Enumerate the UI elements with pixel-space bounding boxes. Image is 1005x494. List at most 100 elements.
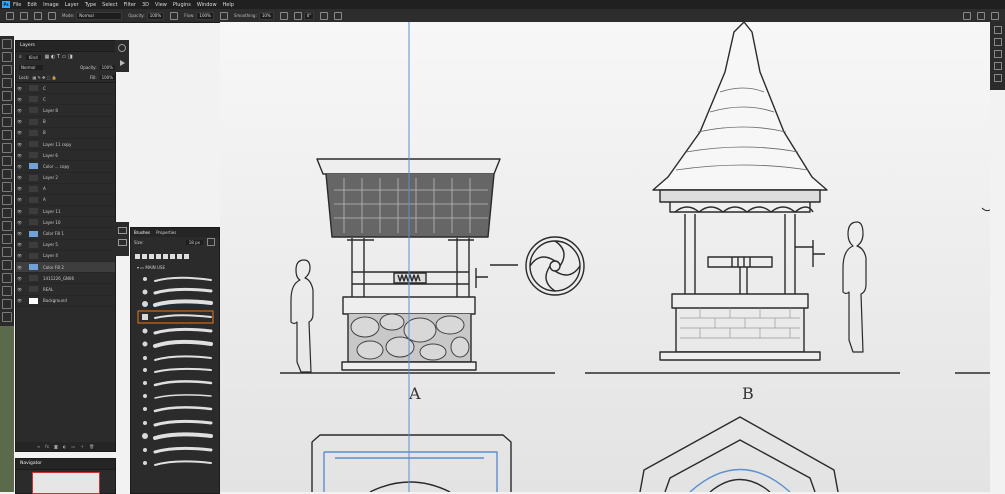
layer-opacity-field[interactable]: 100% [99, 64, 115, 70]
visibility-eye-icon[interactable]: 👁 [16, 86, 23, 91]
angle-field[interactable]: 0° [303, 11, 315, 20]
photoshop-logo-icon[interactable]: Ps [2, 1, 10, 8]
layer-row[interactable]: 👁 Layer 5 [16, 240, 115, 251]
layer-row[interactable]: 👁 Layer 11 copy [16, 139, 115, 151]
smoothing-field[interactable]: 10% [258, 11, 274, 20]
layer-row[interactable]: 👁 A [16, 195, 115, 207]
visibility-eye-icon[interactable]: 👁 [16, 231, 23, 236]
adjustment-icon[interactable]: ◐ [63, 444, 67, 449]
share-icon[interactable] [963, 11, 971, 20]
group-icon[interactable]: ▭ [71, 444, 75, 449]
brush-list[interactable] [131, 273, 217, 483]
eraser-tool-icon[interactable] [2, 182, 12, 192]
menu-filter[interactable]: Filter [124, 2, 136, 8]
frame-tool-icon[interactable] [2, 104, 12, 114]
shape-tool-icon[interactable] [2, 273, 12, 283]
play-icon[interactable] [119, 60, 125, 66]
lasso-tool-icon[interactable] [2, 65, 12, 75]
symmetry-icon[interactable] [334, 11, 343, 20]
visibility-eye-icon[interactable]: 👁 [16, 153, 23, 158]
layer-row[interactable]: 👁 C [16, 94, 115, 106]
flow-field[interactable]: 100% [196, 11, 214, 20]
adjust-icon[interactable] [118, 44, 126, 52]
brush-settings-panel-icon[interactable] [117, 227, 127, 234]
menu-select[interactable]: Select [102, 2, 117, 8]
layer-row[interactable]: 👁 A [16, 184, 115, 195]
menu-type[interactable]: Type [85, 2, 96, 8]
gradient-tool-icon[interactable] [2, 195, 12, 205]
layer-row[interactable]: 👁 Color Fill 2 [16, 262, 115, 274]
trash-icon[interactable]: 🗑 [89, 444, 94, 449]
stamp-tool-icon[interactable] [2, 156, 12, 166]
history-brush-icon[interactable] [2, 169, 12, 179]
layer-row[interactable]: 👁 Color Fill 1 [16, 228, 115, 240]
navigator-tab[interactable]: Navigator [16, 459, 115, 470]
text-icon[interactable] [993, 38, 1002, 46]
layer-row[interactable]: 👁 Layer 11 [16, 206, 115, 218]
layer-row[interactable]: 👁 Background [16, 296, 115, 307]
filter-icons[interactable]: ▦ ◐ T ▭ ◨ [45, 54, 73, 60]
visibility-eye-icon[interactable]: 👁 [16, 253, 23, 258]
recent-brush[interactable] [163, 253, 168, 259]
menu-image[interactable]: Image [43, 2, 59, 8]
eyedropper-tool-icon[interactable] [2, 117, 12, 127]
marquee-tool-icon[interactable] [2, 52, 12, 62]
mode-select[interactable]: Normal [76, 11, 123, 20]
glyphs-icon[interactable] [993, 62, 1002, 70]
visibility-eye-icon[interactable]: 👁 [16, 197, 23, 202]
brush-settings-icon[interactable] [993, 26, 1002, 34]
pen-tool-icon[interactable] [2, 234, 12, 244]
document-canvas[interactable]: A B [220, 21, 991, 493]
recent-brush[interactable] [184, 253, 189, 259]
clone-source-icon[interactable] [117, 239, 127, 246]
menu-3d[interactable]: 3D [142, 2, 149, 8]
type-tool-icon[interactable] [2, 247, 12, 257]
visibility-eye-icon[interactable]: 👁 [16, 175, 23, 180]
crop-tool-icon[interactable] [2, 91, 12, 101]
visibility-eye-icon[interactable]: 👁 [16, 265, 23, 270]
kind-filter[interactable]: Kind [25, 54, 41, 60]
brush-settings-icon[interactable] [48, 11, 56, 20]
menu-edit[interactable]: Edit [27, 2, 37, 8]
layer-row[interactable]: 👁 C [16, 83, 115, 95]
healing-tool-icon[interactable] [2, 130, 12, 140]
visibility-eye-icon[interactable]: 👁 [16, 220, 23, 225]
layer-row[interactable]: 👁 B [16, 128, 115, 139]
opacity-field[interactable]: 100% [146, 11, 165, 20]
brushes-tab[interactable]: Brushes [134, 230, 150, 235]
recent-brush[interactable] [170, 253, 175, 259]
visibility-eye-icon[interactable]: 👁 [16, 186, 23, 191]
menu-view[interactable]: View [155, 2, 167, 8]
search-icon[interactable] [977, 11, 985, 20]
move-tool-icon[interactable] [2, 39, 12, 49]
navigator-thumbnail[interactable] [31, 472, 100, 494]
visibility-eye-icon[interactable]: 👁 [16, 298, 23, 303]
recent-brush[interactable] [142, 253, 147, 259]
fill-field[interactable]: 100% [99, 74, 115, 80]
recent-brush[interactable] [177, 253, 182, 259]
layer-row[interactable]: 👁 B [16, 117, 115, 128]
libraries-icon[interactable] [993, 74, 1002, 82]
recent-brush[interactable] [135, 253, 140, 259]
visibility-eye-icon[interactable]: 👁 [16, 209, 23, 214]
workspace-icon[interactable] [991, 11, 999, 20]
layer-row[interactable]: 👁 REAL [16, 284, 115, 296]
layer-row[interactable]: 👁 Color ... copy [16, 161, 115, 173]
visibility-eye-icon[interactable]: 👁 [16, 276, 23, 281]
visibility-eye-icon[interactable]: 👁 [16, 242, 23, 247]
visibility-eye-icon[interactable]: 👁 [16, 164, 23, 169]
menu-window[interactable]: Window [197, 2, 217, 8]
hand-tool-icon[interactable] [2, 286, 12, 296]
new-brush-icon[interactable] [207, 238, 215, 246]
paragraph-icon[interactable] [993, 50, 1002, 58]
new-layer-icon[interactable]: ＋ [80, 444, 84, 450]
properties-tab[interactable]: Properties [156, 230, 176, 235]
fx-icon[interactable]: fx [45, 444, 49, 449]
quick-select-tool-icon[interactable] [2, 78, 12, 88]
menu-plugins[interactable]: Plugins [173, 2, 191, 8]
visibility-eye-icon[interactable]: 👁 [16, 108, 23, 113]
blend-mode-select[interactable]: Normal [19, 64, 44, 70]
recent-brush[interactable] [156, 253, 161, 259]
path-select-tool-icon[interactable] [2, 260, 12, 270]
zoom-tool-icon[interactable] [2, 299, 12, 309]
